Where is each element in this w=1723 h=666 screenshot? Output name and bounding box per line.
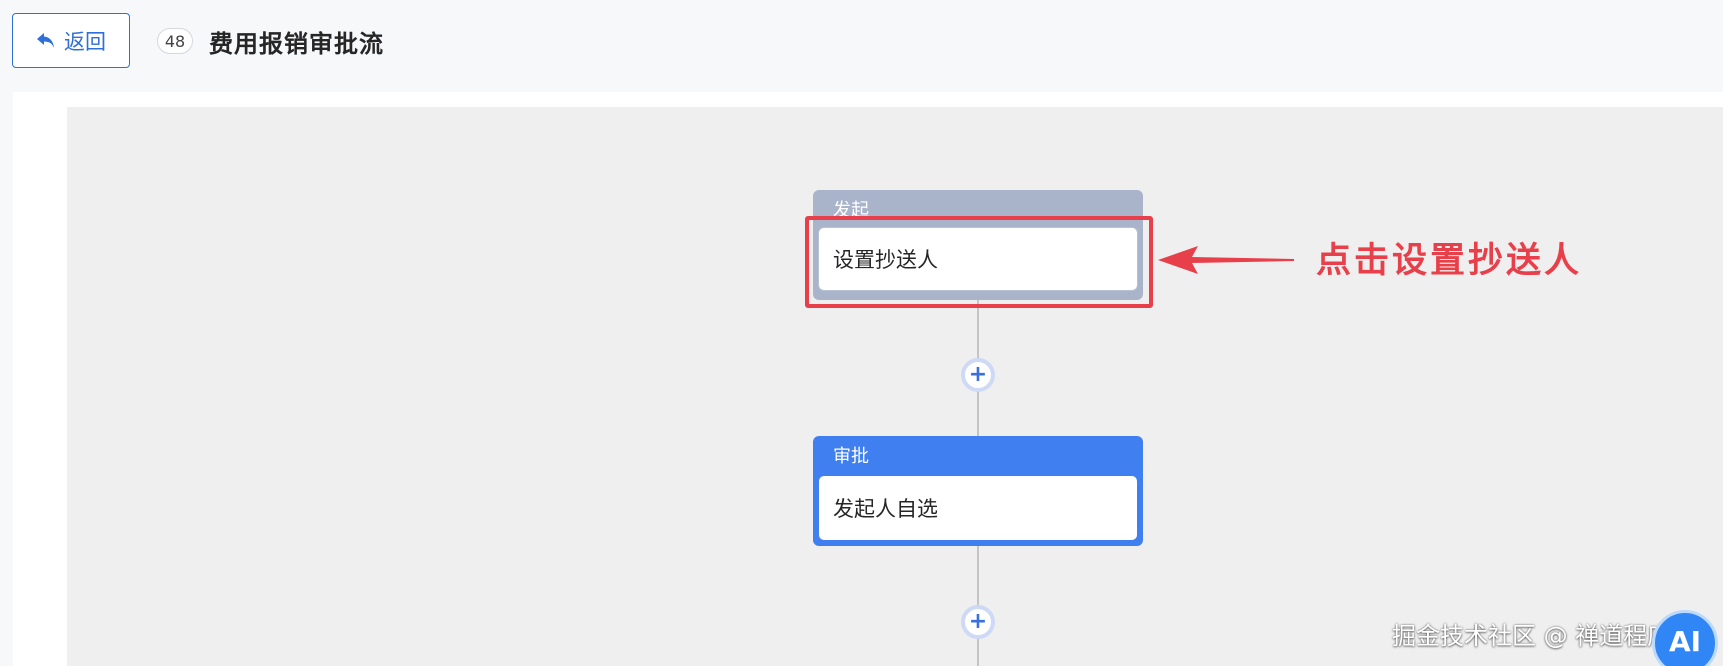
back-button-label: 返回 (64, 29, 106, 54)
flow-id-badge: 48 (157, 28, 193, 54)
watermark: 掘金技术社区 @ 禅道程序猿 (1392, 622, 1696, 650)
page-header: 返回 48 费用报销审批流 (0, 0, 1723, 82)
add-node-button[interactable]: + (961, 605, 995, 639)
start-node-header: 发起 (833, 200, 869, 221)
back-arrow-icon (36, 32, 56, 50)
cc-setting-field[interactable]: 设置抄送人 (819, 228, 1137, 290)
annotation-arrow-icon (1158, 242, 1294, 282)
approve-node[interactable]: 审批 发起人自选 (813, 436, 1143, 546)
approver-setting-field[interactable]: 发起人自选 (819, 476, 1137, 540)
annotation-text: 点击设置抄送人 (1316, 241, 1583, 281)
flow-editor-page: 返回 48 费用报销审批流 发起 设置抄送人 + 审批 发起人自选 + 点击设置… (0, 0, 1723, 666)
start-node[interactable]: 发起 设置抄送人 (813, 190, 1143, 300)
page-title: 费用报销审批流 (209, 30, 384, 58)
back-button[interactable]: 返回 (12, 13, 130, 68)
approve-node-header: 审批 (833, 446, 869, 467)
add-node-button[interactable]: + (961, 358, 995, 392)
